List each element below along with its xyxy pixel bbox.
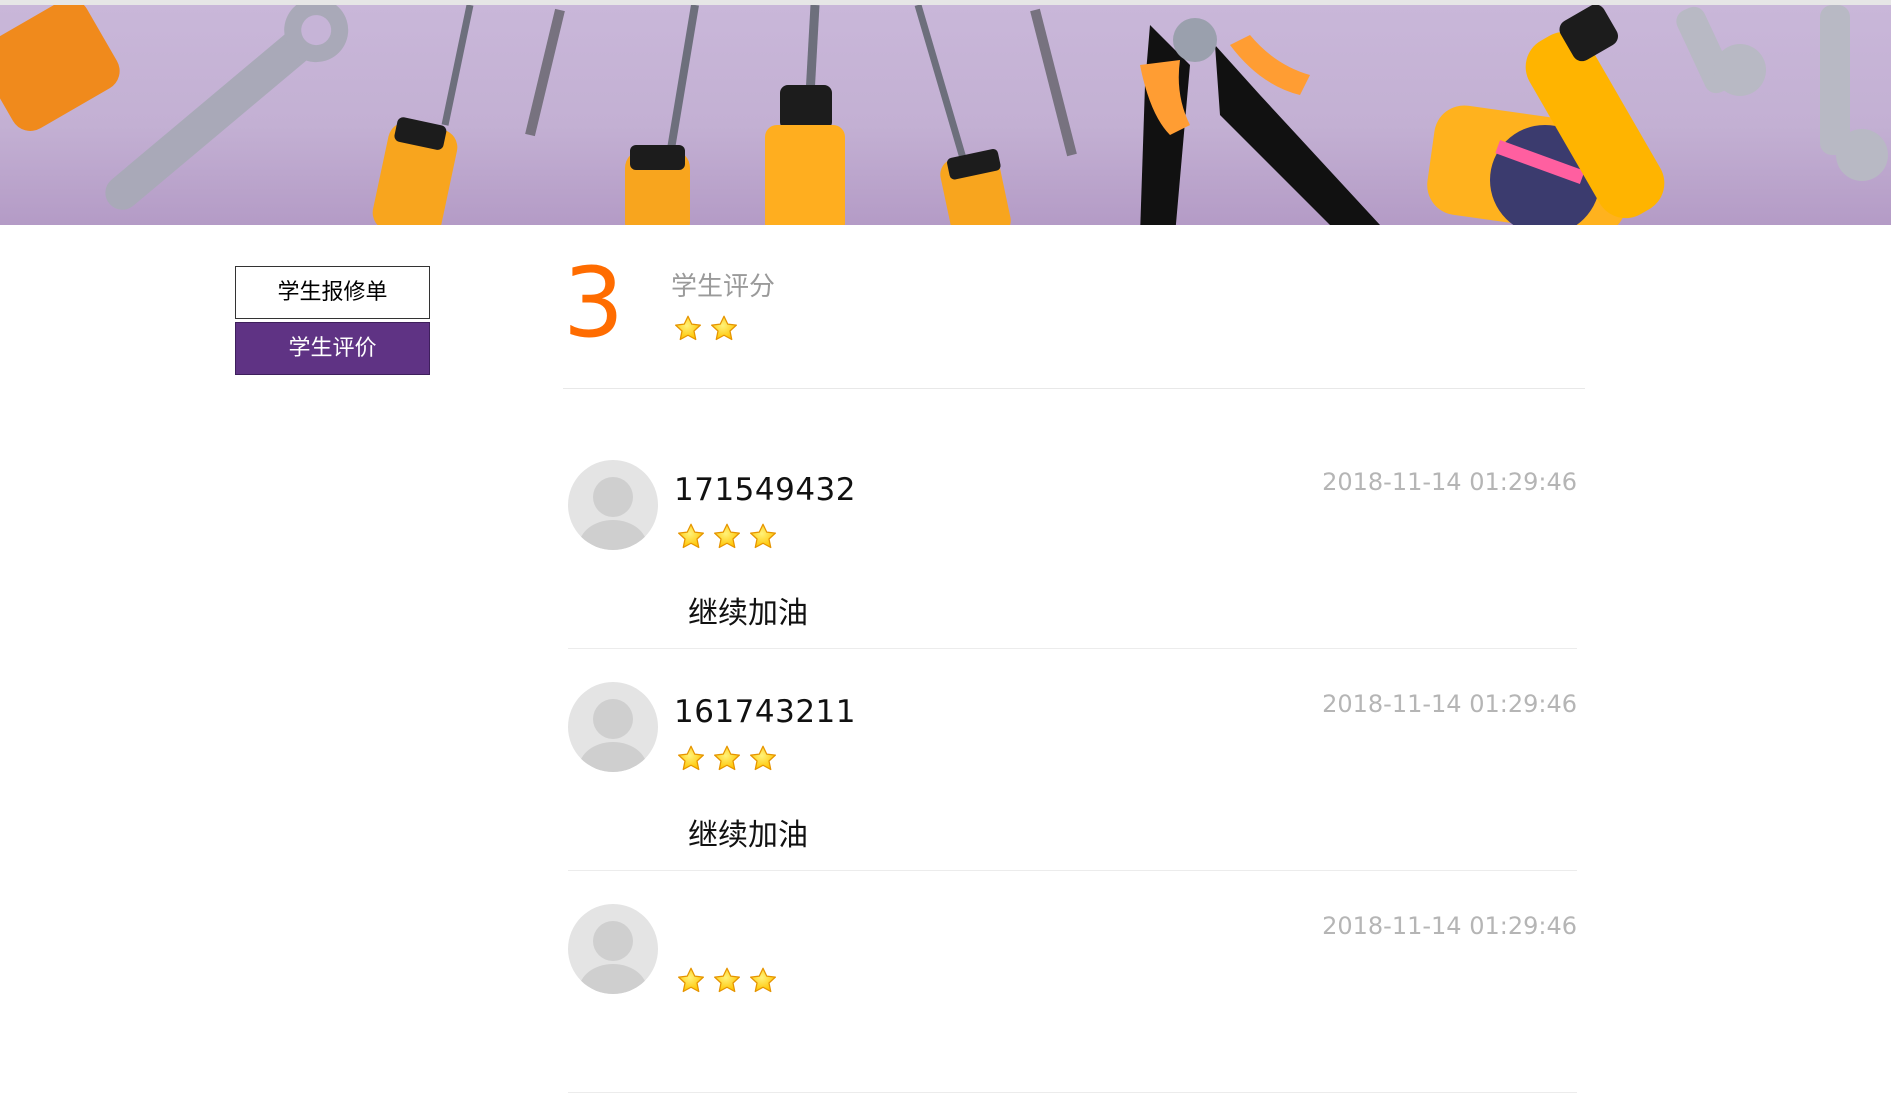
star-icon xyxy=(712,522,742,552)
user-silhouette-icon xyxy=(579,921,647,994)
review-timestamp: 2018-11-14 01:29:46 xyxy=(1322,912,1577,940)
review-item: 2018-11-14 01:29:46 xyxy=(568,872,1577,1093)
rating-summary: 3 学生评分 xyxy=(563,248,1585,389)
star-icon xyxy=(748,966,778,996)
star-icon xyxy=(676,966,706,996)
star-icon xyxy=(709,314,739,344)
review-star-rating xyxy=(676,522,778,552)
avatar xyxy=(568,460,658,550)
star-icon xyxy=(712,744,742,774)
user-silhouette-icon xyxy=(579,699,647,772)
summary-star-rating xyxy=(673,314,739,344)
review-star-rating xyxy=(676,744,778,774)
average-score: 3 xyxy=(563,247,625,359)
avatar xyxy=(568,682,658,772)
tools-banner-image xyxy=(0,5,1888,225)
star-icon xyxy=(748,744,778,774)
tools-banner xyxy=(0,0,1891,225)
user-silhouette-icon xyxy=(579,477,647,550)
reviewer-id: 161743211 xyxy=(674,694,857,730)
avatar xyxy=(568,904,658,994)
star-icon xyxy=(673,314,703,344)
sidebar-item-repair-orders[interactable]: 学生报修单 xyxy=(235,266,430,319)
sidebar-nav: 学生报修单 学生评价 xyxy=(235,266,430,378)
sidebar-item-student-reviews[interactable]: 学生评价 xyxy=(235,322,430,375)
review-comment: 继续加油 xyxy=(688,818,808,853)
review-timestamp: 2018-11-14 01:29:46 xyxy=(1322,468,1577,496)
review-timestamp: 2018-11-14 01:29:46 xyxy=(1322,690,1577,718)
star-icon xyxy=(676,744,706,774)
star-icon xyxy=(676,522,706,552)
reviewer-id: 171549432 xyxy=(674,472,857,508)
review-item: 161743211 2018-11-14 01:29:46 继续加油 xyxy=(568,650,1577,871)
review-comment: 继续加油 xyxy=(688,596,808,631)
review-item: 171549432 2018-11-14 01:29:46 继续加油 xyxy=(568,428,1577,649)
star-icon xyxy=(712,966,742,996)
summary-title: 学生评分 xyxy=(671,272,776,302)
star-icon xyxy=(748,522,778,552)
review-star-rating xyxy=(676,966,778,996)
